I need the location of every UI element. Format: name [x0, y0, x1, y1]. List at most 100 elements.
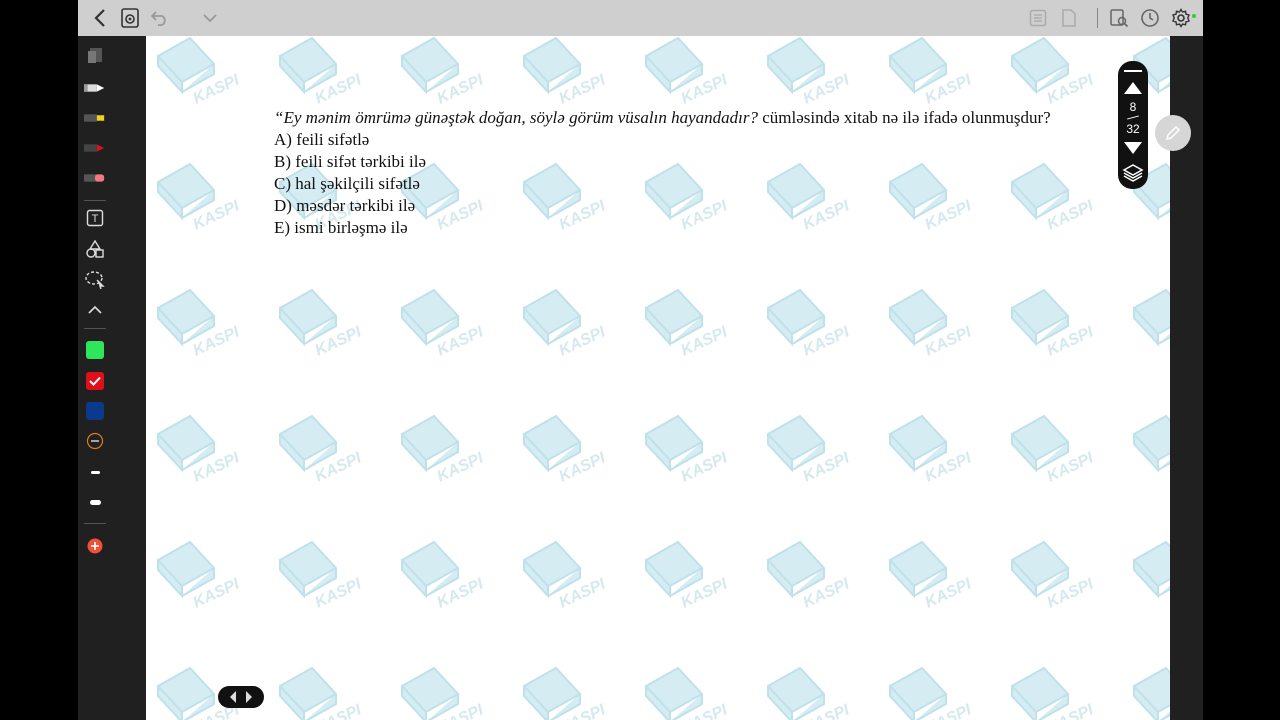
history-clock-icon[interactable] — [1138, 6, 1162, 30]
watermark-text: KASPI — [923, 71, 975, 107]
pen-tool-icon[interactable] — [84, 77, 106, 99]
watermark-book-icon — [1132, 288, 1170, 347]
answer-option-b: B) feili sifət tərkibi ilə — [274, 152, 427, 171]
watermark-tile: KASPI — [888, 288, 975, 360]
watermark-text: KASPI — [435, 71, 487, 107]
back-chevron-icon[interactable] — [88, 6, 112, 30]
watermark-tile: KASPI — [1132, 540, 1170, 612]
total-pages-number: 32 — [1126, 122, 1140, 136]
watermark-text: KASPI — [801, 449, 853, 485]
pencil-edit-button[interactable] — [1155, 115, 1191, 151]
watermark-text: KASPI — [557, 71, 609, 107]
watermark-book-icon — [278, 540, 338, 599]
dropdown-chevron-icon[interactable] — [198, 6, 222, 30]
scroll-down-arrow-icon[interactable] — [1123, 141, 1143, 155]
watermark-tile: KASPI — [156, 540, 243, 612]
watermark-tile: KASPI — [1132, 414, 1170, 486]
watermark-tile: KASPI — [644, 414, 731, 486]
watermark-text: KASPI — [557, 323, 609, 359]
watermark-tile: KASPI — [522, 666, 609, 720]
pen-red-icon[interactable] — [84, 137, 106, 159]
search-document-icon[interactable] — [1107, 6, 1131, 30]
lasso-select-icon[interactable] — [84, 269, 106, 291]
eraser-pink-icon[interactable] — [84, 167, 106, 189]
layers-icon[interactable] — [1122, 163, 1144, 183]
page-nav-arrows — [218, 686, 264, 708]
highlighter-yellow-icon[interactable] — [84, 107, 106, 129]
eraser-tool-icon[interactable] — [84, 44, 106, 66]
question-stem-italic: “Ey mənim ömrümə günəştək doğan, söylə g… — [274, 108, 758, 127]
next-page-arrow-icon[interactable] — [244, 690, 254, 704]
watermark-tile: KASPI — [522, 36, 609, 108]
watermark-tile: KASPI — [888, 540, 975, 612]
page-scroller[interactable]: 8 32 — [1118, 61, 1148, 189]
sidebar-divider — [84, 200, 106, 201]
watermark-book-icon — [766, 288, 826, 347]
watermark-tile: KASPI — [1010, 666, 1097, 720]
watermark-tile: KASPI — [766, 36, 853, 108]
watermark-book-icon — [278, 666, 338, 720]
watermark-book-icon — [1132, 540, 1170, 599]
watermark-tile: KASPI — [522, 414, 609, 486]
watermark-tile: KASPI — [522, 288, 609, 360]
scroll-up-arrow-icon[interactable] — [1123, 81, 1143, 95]
page-icon[interactable] — [1057, 6, 1081, 30]
watermark-book-icon — [400, 288, 460, 347]
stroke-size-thin[interactable] — [84, 430, 106, 452]
watermark-tile: KASPI — [1132, 288, 1170, 360]
watermark-book-icon — [888, 36, 948, 95]
watermark-book-icon — [766, 36, 826, 95]
prev-page-arrow-icon[interactable] — [228, 690, 238, 704]
color-swatch-red-selected[interactable] — [84, 370, 106, 392]
watermark-book-icon — [400, 36, 460, 95]
scroller-top-bar — [1124, 70, 1142, 72]
watermark-tile: KASPI — [522, 540, 609, 612]
undo-icon[interactable] — [148, 6, 172, 30]
watermark-book-icon — [888, 414, 948, 473]
watermark-text: KASPI — [679, 323, 731, 359]
watermark-tile: KASPI — [644, 540, 731, 612]
watermark-book-icon — [766, 414, 826, 473]
watermark-book-icon — [644, 36, 704, 95]
stroke-size-thick[interactable] — [84, 491, 106, 513]
shapes-tool-icon[interactable] — [84, 238, 106, 260]
answer-option-d: D) məsdər tərkibi ilə — [274, 196, 416, 215]
current-page-number: 8 — [1129, 100, 1137, 114]
collapse-chevron-icon[interactable] — [84, 299, 106, 321]
watermark-book-icon — [1010, 666, 1070, 720]
watermark-tile: KASPI — [400, 540, 487, 612]
watermark-tile: KASPI — [644, 36, 731, 108]
watermark-text: KASPI — [801, 71, 853, 107]
text-tool-icon[interactable]: T — [84, 207, 106, 229]
watermark-tile: KASPI — [644, 666, 731, 720]
watermark-book-icon — [644, 288, 704, 347]
watermark-book-icon — [522, 666, 582, 720]
watermark-book-icon — [156, 36, 216, 95]
watermark-book-icon — [1010, 36, 1070, 95]
watermark-tile: KASPI — [888, 666, 975, 720]
settings-gear-icon[interactable] — [1169, 6, 1193, 30]
color-swatch-green[interactable] — [84, 339, 106, 361]
watermark-tile: KASPI — [766, 414, 853, 486]
document-settings-icon[interactable] — [118, 6, 142, 30]
watermark-book-icon — [156, 540, 216, 599]
watermark-book-icon — [644, 414, 704, 473]
answer-option-e: E) ismi birləşmə ilə — [274, 218, 408, 237]
add-tool-icon[interactable] — [84, 535, 106, 557]
watermark-text: KASPI — [679, 449, 731, 485]
watermark-text: KASPI — [679, 575, 731, 611]
stroke-size-medium[interactable] — [84, 461, 106, 483]
pencil-icon — [1165, 125, 1181, 141]
watermark-book-icon — [278, 288, 338, 347]
watermark-book-icon — [644, 540, 704, 599]
watermark-book-icon — [1010, 540, 1070, 599]
watermark-tile: KASPI — [766, 540, 853, 612]
watermark-text: KASPI — [313, 323, 365, 359]
outline-icon[interactable] — [1026, 6, 1050, 30]
watermark-tile: KASPI — [1010, 36, 1097, 108]
watermark-text: KASPI — [923, 449, 975, 485]
watermark-text: KASPI — [191, 449, 243, 485]
document-page[interactable]: KASPI KASPI KASPI KASPI KASPI KASPI KASPI KASPI… — [146, 36, 1170, 720]
color-swatch-navy[interactable] — [84, 400, 106, 422]
watermark-text: KASPI — [313, 71, 365, 107]
